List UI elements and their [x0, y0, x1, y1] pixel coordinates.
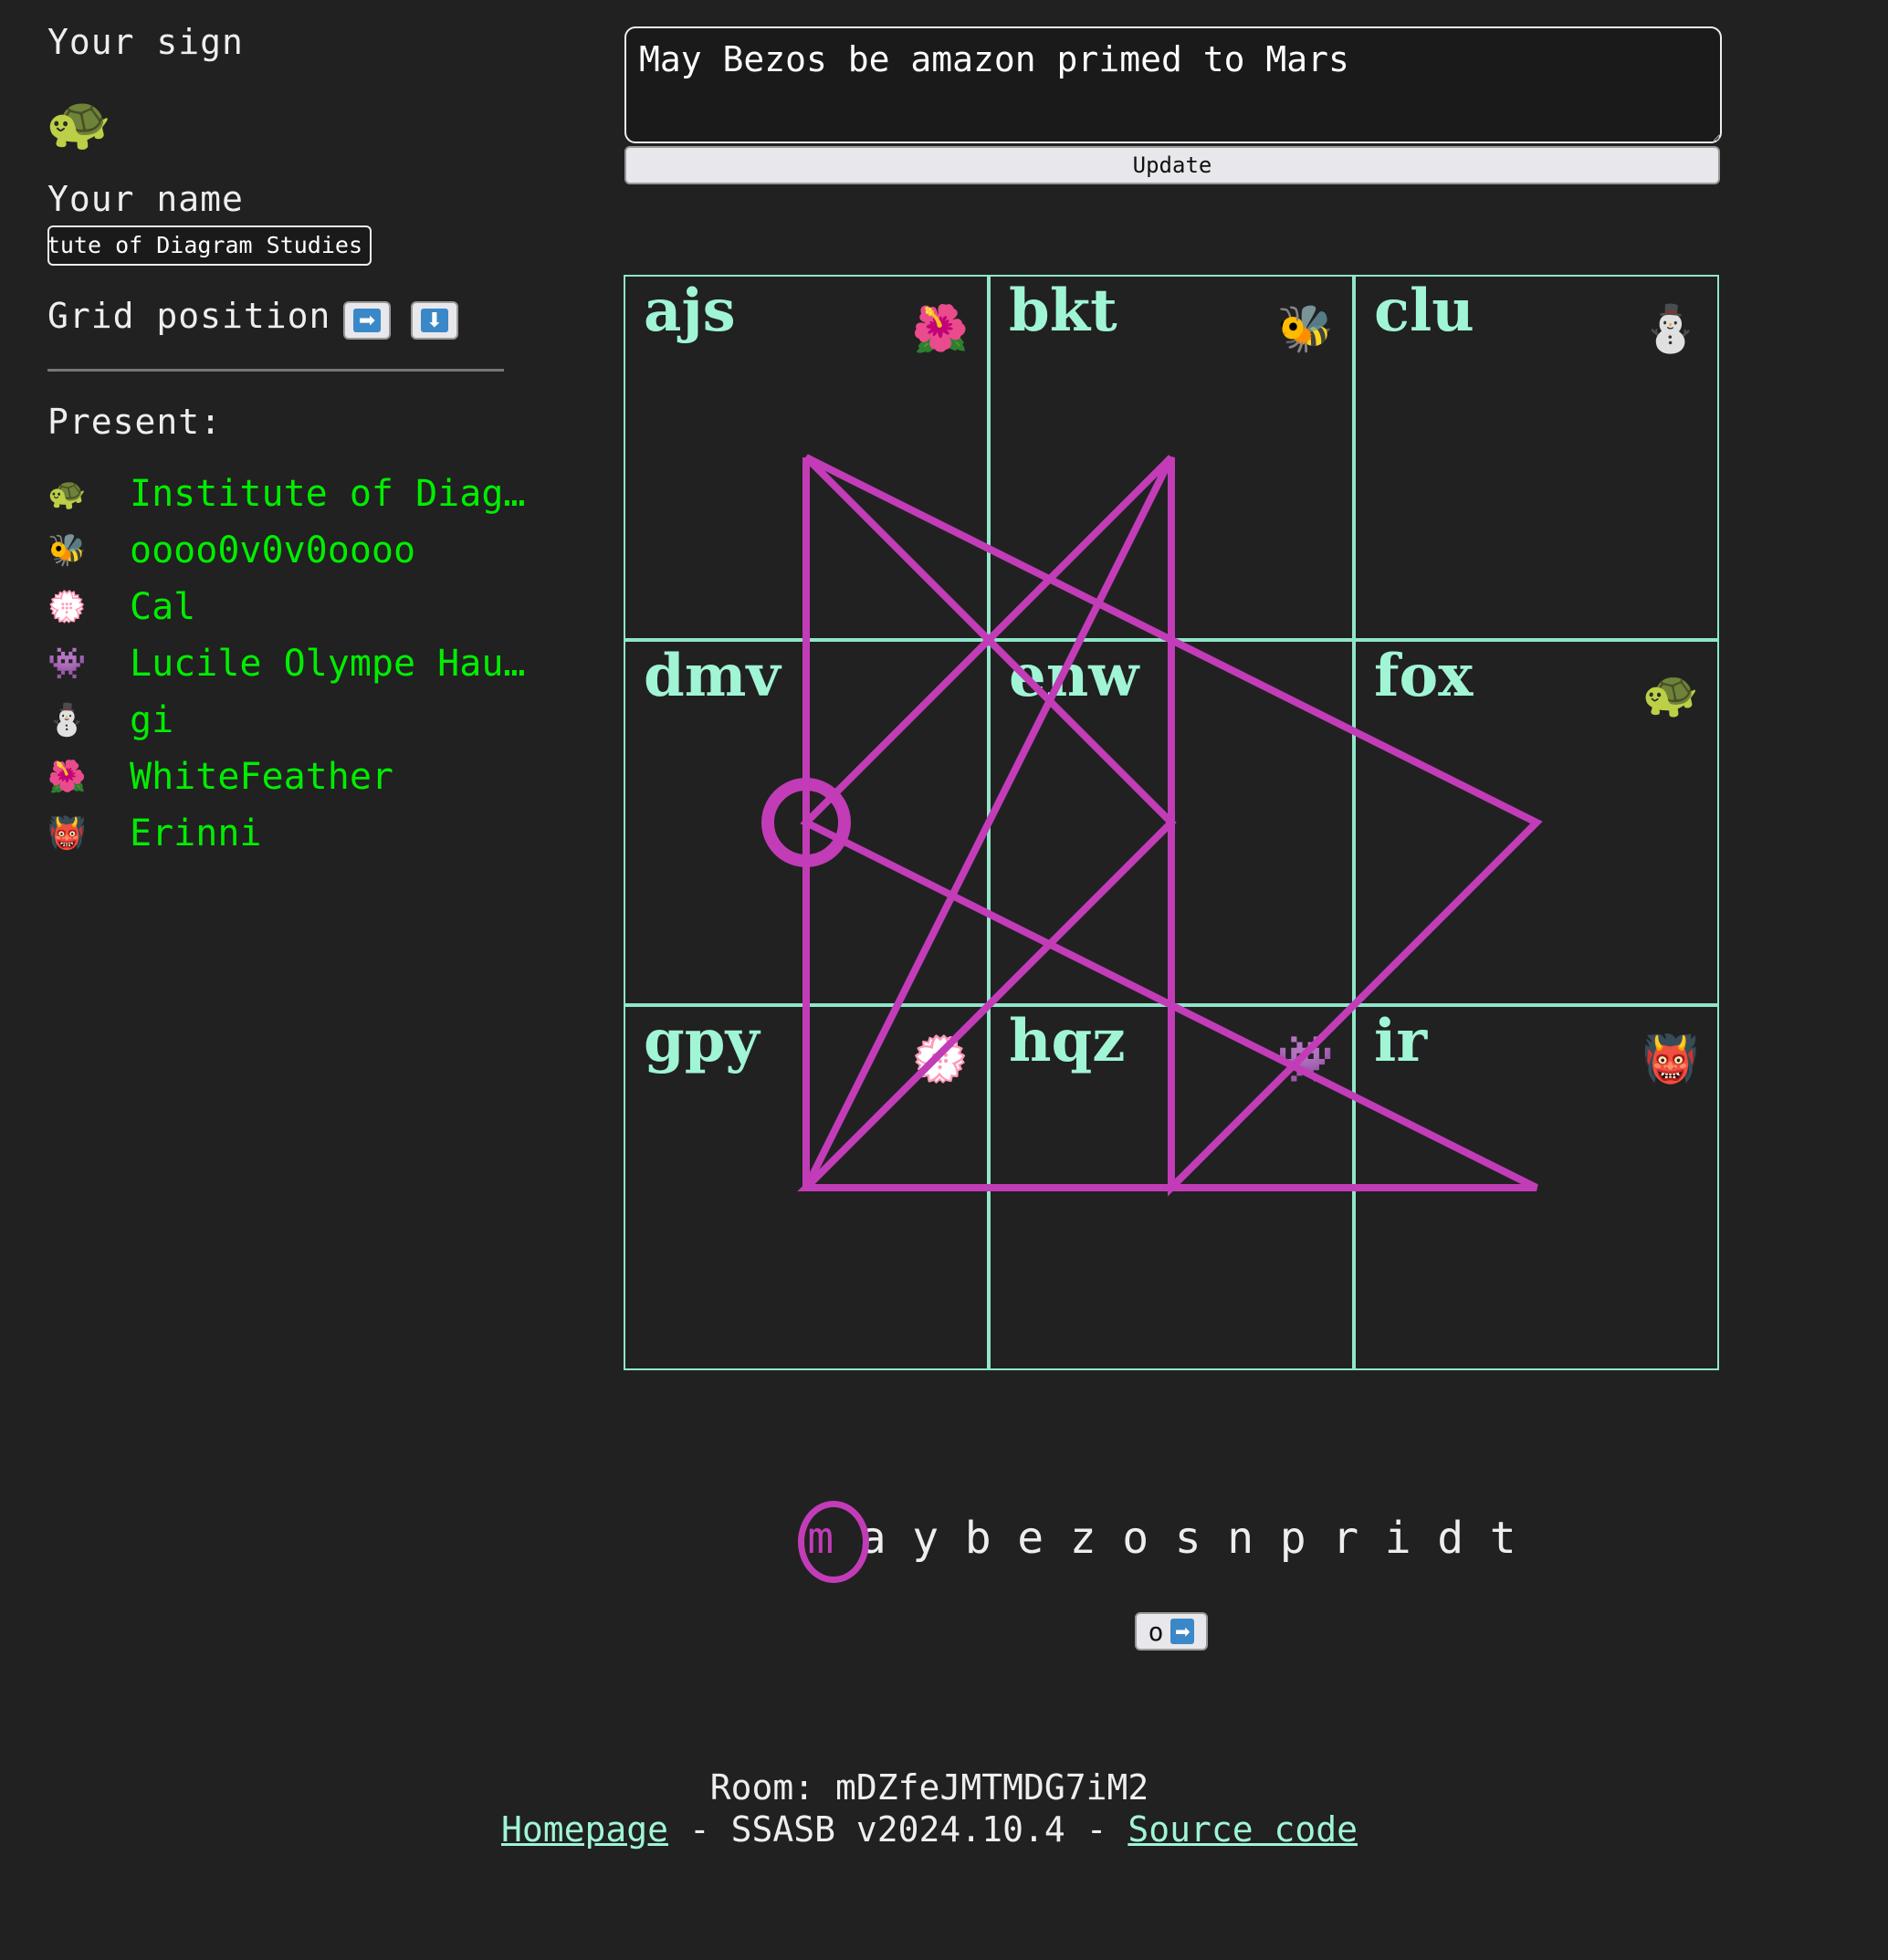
cell-sign-icon: 👾: [1276, 1032, 1334, 1085]
footer-links: Homepage - SSASB v2024.10.4 - Source cod…: [0, 1809, 1859, 1850]
cell-sign-icon: 🌺: [911, 302, 969, 355]
move-right-button[interactable]: ➡: [343, 301, 391, 340]
update-button[interactable]: Update: [624, 146, 1720, 184]
grid-cell-gpy[interactable]: gpy 💮: [624, 1005, 989, 1370]
sigil-letter: z: [1069, 1513, 1096, 1564]
grid-cell-enw[interactable]: enw: [989, 640, 1354, 1005]
sigil-letter: s: [1174, 1513, 1201, 1564]
user-sign-icon: ⛄: [47, 702, 87, 739]
sigil-letter: r: [1332, 1513, 1359, 1564]
cell-label: gpy: [644, 1007, 760, 1075]
sign-label: Your sign: [47, 22, 244, 62]
user-sign-icon: 🐝: [47, 532, 87, 569]
user-sign-icon: 👹: [47, 815, 87, 852]
cell-sign-icon: 💮: [911, 1032, 969, 1085]
name-input[interactable]: Institute of Diagram Studies: [47, 225, 372, 266]
present-user: 👹 Erinni: [47, 808, 262, 859]
present-label: Present:: [47, 402, 223, 442]
present-user: 🐝 oooo0v0v0oooo: [47, 525, 415, 576]
grid-cell-ir[interactable]: ir 👹: [1354, 1005, 1719, 1370]
sigil-grid: ajs 🌺 bkt 🐝 clu ⛄ dmv enw fox 🐢 gpy 💮 hqz 👾 ir 👹: [624, 275, 1719, 1370]
user-sign-icon: 🐢: [47, 476, 87, 512]
message-textarea[interactable]: [624, 26, 1722, 143]
version-text: - SSASB v2024.10.4 -: [668, 1809, 1128, 1850]
grid-position-label: Grid position: [47, 296, 331, 336]
cell-label: hqz: [1009, 1007, 1126, 1075]
sigil-letter: b: [964, 1513, 991, 1564]
user-name: Erinni: [130, 812, 262, 854]
user-name: Institute of Diag…: [130, 473, 526, 515]
user-name: gi: [130, 699, 174, 741]
cell-label: ir: [1374, 1007, 1428, 1075]
sigil-letter: d: [1437, 1513, 1464, 1564]
present-user: 💮 Cal: [47, 582, 195, 633]
cell-label: ajs: [644, 277, 736, 345]
current-letter-ring: [798, 1501, 869, 1583]
arrow-right-icon: ➡: [353, 309, 381, 332]
source-code-link[interactable]: Source code: [1128, 1809, 1358, 1850]
cell-label: fox: [1374, 642, 1474, 710]
next-letter-button[interactable]: o ➡: [1135, 1612, 1208, 1651]
next-letter: o: [1148, 1616, 1164, 1647]
sigil-letter: i: [1384, 1513, 1411, 1564]
present-user: 👾 Lucile Olympe Hau…: [47, 638, 525, 689]
cell-label: clu: [1374, 277, 1474, 345]
arrow-down-icon: ⬇: [421, 309, 448, 332]
grid-cell-hqz[interactable]: hqz 👾: [989, 1005, 1354, 1370]
homepage-link[interactable]: Homepage: [501, 1809, 668, 1850]
grid-cell-clu[interactable]: clu ⛄: [1354, 275, 1719, 640]
grid-cell-dmv[interactable]: dmv: [624, 640, 989, 1005]
sigil-letter: o: [1122, 1513, 1149, 1564]
sigil-letter: e: [1017, 1513, 1044, 1564]
cell-sign-icon: 🐢: [1642, 667, 1699, 720]
user-sign-icon: 👾: [47, 645, 87, 682]
present-user: ⛄ gi: [47, 695, 173, 746]
cell-label: enw: [1009, 642, 1139, 710]
divider: [47, 369, 504, 372]
user-name: oooo0v0v0oooo: [130, 529, 416, 571]
name-value: Institute of Diagram Studies: [47, 232, 362, 258]
grid-cell-ajs[interactable]: ajs 🌺: [624, 275, 989, 640]
sigil-letter: p: [1279, 1513, 1306, 1564]
room-id: Room: mDZfeJMTMDG7iM2: [709, 1767, 1149, 1808]
cell-sign-icon: 🐝: [1276, 302, 1334, 355]
user-sign-icon: 💮: [47, 589, 87, 625]
cell-sign-icon: 👹: [1642, 1032, 1699, 1085]
present-user: 🌺 WhiteFeather: [47, 751, 393, 802]
sigil-letters: maybezosnpridt: [794, 1497, 1529, 1579]
arrow-right-icon: ➡: [1170, 1619, 1195, 1644]
sigil-letter: n: [1227, 1513, 1254, 1564]
sign-emoji-turtle-icon[interactable]: 🐢: [46, 91, 111, 154]
move-down-button[interactable]: ⬇: [411, 301, 458, 340]
sigil-letter: t: [1489, 1513, 1516, 1564]
sigil-letter: y: [912, 1513, 939, 1564]
present-user: 🐢 Institute of Diag…: [47, 468, 525, 519]
cell-label: dmv: [644, 642, 781, 710]
grid-cell-bkt[interactable]: bkt 🐝: [989, 275, 1354, 640]
name-label: Your name: [47, 179, 244, 219]
user-name: Cal: [130, 586, 196, 628]
user-name: Lucile Olympe Hau…: [130, 643, 526, 685]
user-name: WhiteFeather: [130, 756, 393, 798]
cell-label: bkt: [1009, 277, 1117, 345]
user-sign-icon: 🌺: [47, 759, 87, 795]
cell-sign-icon: ⛄: [1642, 302, 1699, 355]
grid-cell-fox[interactable]: fox 🐢: [1354, 640, 1719, 1005]
